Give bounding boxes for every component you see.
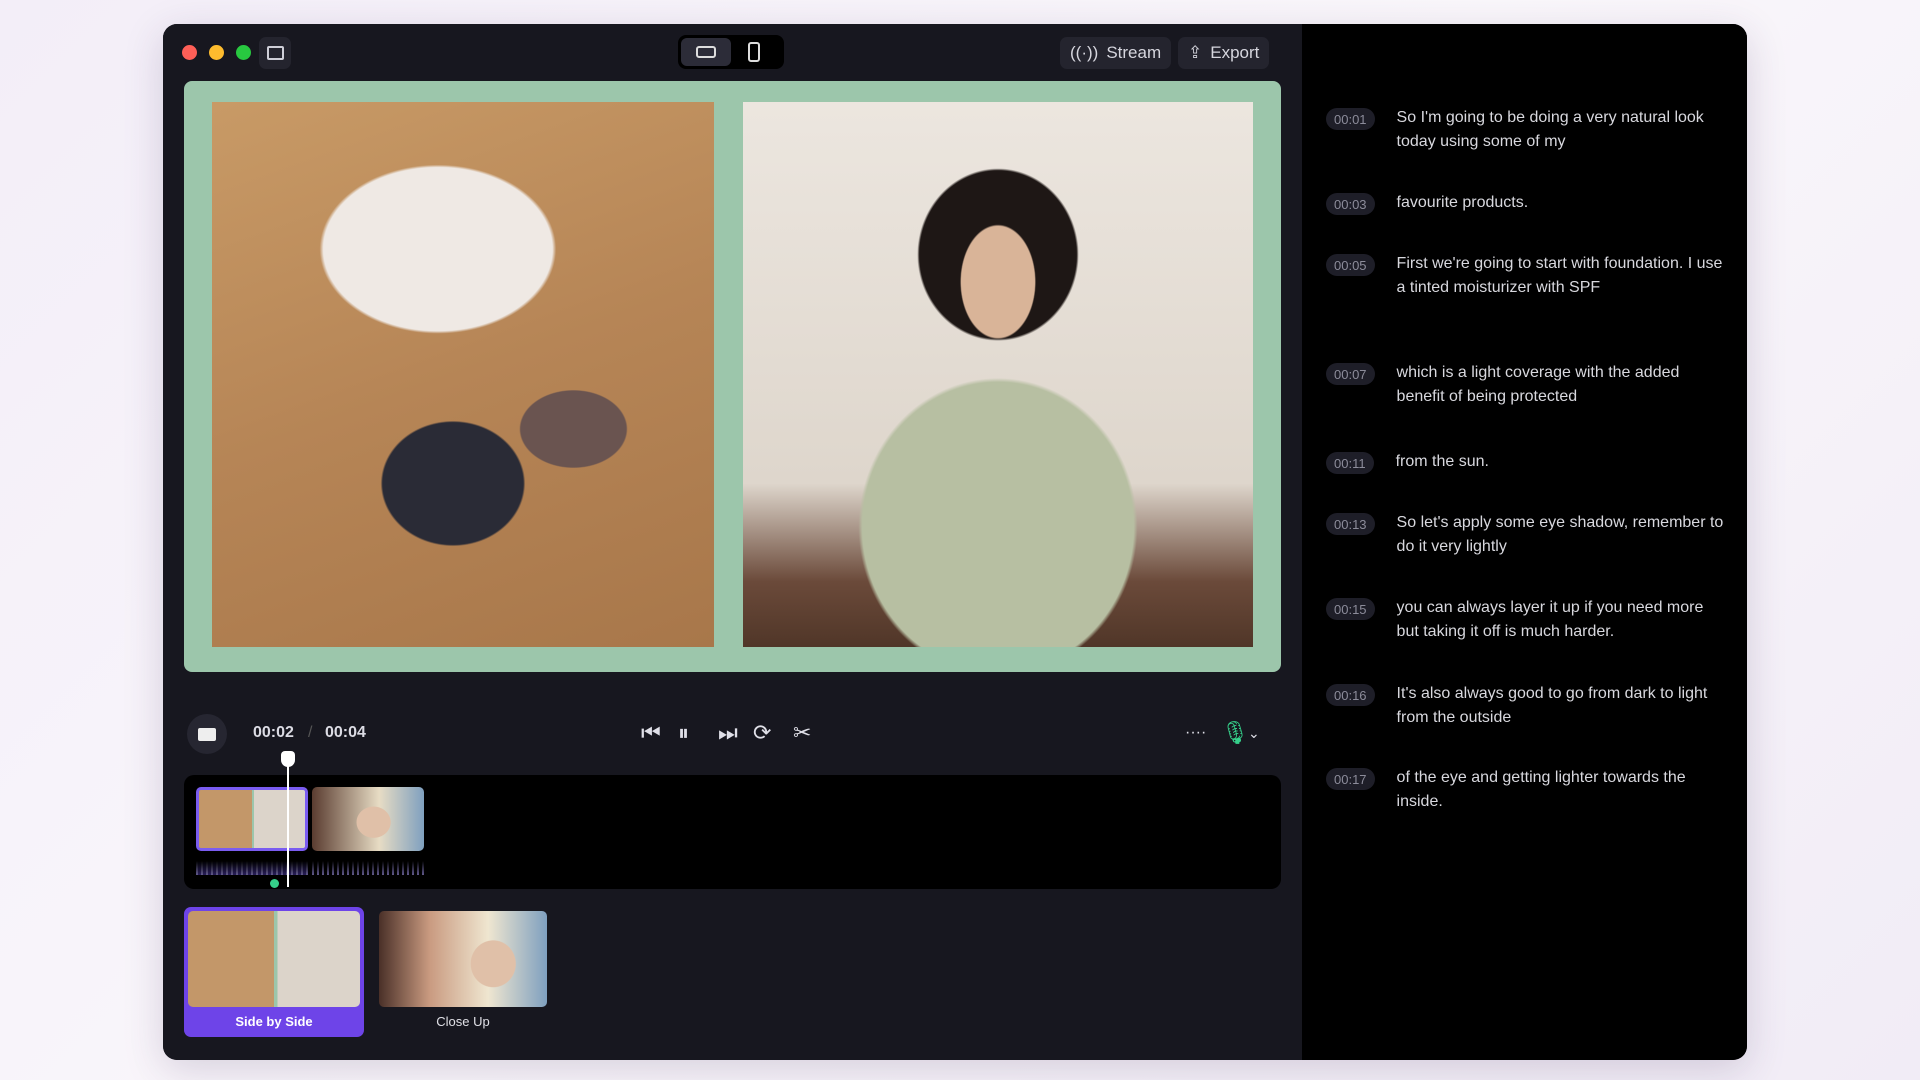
timestamp[interactable]: 00:07 [1326,363,1375,385]
share-icon: ⇪ [1188,43,1203,62]
microphone-button[interactable]: 🎙 [1221,720,1249,746]
transcript-text: So I'm going to be doing a very natural … [1396,109,1704,150]
transcript-text: of the eye and getting lighter towards t… [1396,769,1686,810]
video-preview[interactable] [184,81,1281,672]
timestamp[interactable]: 00:16 [1326,684,1375,706]
folder-icon [266,46,284,60]
transcript-entry[interactable]: 00:11 from the sun. [1326,452,1726,474]
stream-button[interactable]: ((·)) Stream [1060,37,1172,69]
editor-pane: ((·)) Stream ⇪ Export 00:02 / 00:04 ⏮ ⏸ ⏭ … [163,24,1302,1060]
current-time: 00:02 [253,724,294,741]
layout-close-up[interactable]: Close Up [375,907,551,1037]
scissors-button[interactable]: ✂ [793,720,811,746]
camera-button[interactable] [187,714,227,754]
transcript-text: First we're going to start with foundati… [1396,255,1723,296]
duration: 00:04 [325,724,366,741]
transcript-text: So let's apply some eye shadow, remember… [1396,514,1724,555]
transcript-text: which is a light coverage with the added… [1396,364,1680,405]
skip-back-button[interactable]: ⏮ [641,720,661,746]
timestamp[interactable]: 00:05 [1326,254,1375,276]
transcript-entry[interactable]: 00:01 So I'm going to be doing a very nat… [1326,108,1726,154]
stream-label: Stream [1106,43,1162,62]
transcript-entry[interactable]: 00:15 you can always layer it up if you n… [1326,598,1726,644]
playback-controls: 00:02 / 00:04 ⏮ ⏸ ⏭ ⟳ ✂ ···· 🎙 ⌄ [163,714,1302,754]
skip-forward-button[interactable]: ⏭ [718,720,738,746]
landscape-layout-button[interactable] [681,38,731,66]
app-window: ((·)) Stream ⇪ Export 00:02 / 00:04 ⏮ ⏸ ⏭ … [163,24,1747,1060]
broadcast-icon: ((·)) [1070,43,1099,62]
playhead[interactable] [287,755,289,887]
transcript-entry[interactable]: 00:16 It's also always good to go from da… [1326,684,1726,730]
camera-icon [198,727,216,741]
transcript-text: favourite products. [1396,194,1529,211]
loop-button[interactable]: ⟳ [753,720,771,746]
timestamp[interactable]: 00:01 [1326,108,1375,130]
export-label: Export [1210,43,1260,62]
minimize-window-button[interactable] [209,45,224,60]
close-window-button[interactable] [182,45,197,60]
transcript-entry[interactable]: 00:07 which is a light coverage with the … [1326,363,1726,409]
transcript-text: It's also always good to go from dark to… [1396,685,1708,726]
transcript-entry[interactable]: 00:05 First we're going to start with fou… [1326,254,1726,300]
timeline-clip-side-by-side[interactable] [196,787,308,851]
timeline-clip-close-up[interactable] [312,787,424,851]
transcript-text: from the sun. [1395,453,1489,470]
audio-waveform [312,855,424,875]
layout-side-by-side[interactable]: Side by Side [184,907,364,1037]
transcript-text: you can always layer it up if you need m… [1396,599,1704,640]
transcript-entry[interactable]: 00:03 favourite products. [1326,193,1726,215]
timeline[interactable] [184,751,1281,889]
timestamp[interactable]: 00:17 [1326,768,1375,790]
layout-thumbnail [379,911,547,1007]
landscape-icon [696,46,716,58]
audio-waveform [196,855,308,875]
time-separator: / [308,724,313,741]
chevron-down-icon[interactable]: ⌄ [1248,725,1260,742]
portrait-layout-button[interactable] [748,42,760,62]
export-button[interactable]: ⇪ Export [1178,37,1270,69]
timestamp[interactable]: 00:03 [1326,193,1375,215]
audio-marker [270,879,279,888]
layout-thumbnail [188,911,360,1007]
maximize-window-button[interactable] [236,45,251,60]
transcript-entry[interactable]: 00:13 So let's apply some eye shadow, rem… [1326,513,1726,559]
timestamp[interactable]: 00:15 [1326,598,1375,620]
more-options-button[interactable]: ···· [1185,724,1206,742]
pause-button[interactable]: ⏸ [678,720,689,746]
timestamp[interactable]: 00:13 [1326,513,1375,535]
transcript-entry[interactable]: 00:17 of the eye and getting lighter towa… [1326,768,1726,814]
layout-label: Close Up [436,1014,490,1029]
timestamp[interactable]: 00:11 [1326,452,1374,474]
video-left-overhead [212,102,714,647]
transcript-panel: ⤓⌄ ✕ 00:01So I'm going to be doing a ver… [1302,24,1747,1060]
layout-label: Side by Side [235,1014,313,1029]
video-right-presenter [743,102,1253,647]
layout-toggle [678,35,784,69]
playhead-handle[interactable] [281,751,295,767]
folder-button[interactable] [259,37,291,69]
